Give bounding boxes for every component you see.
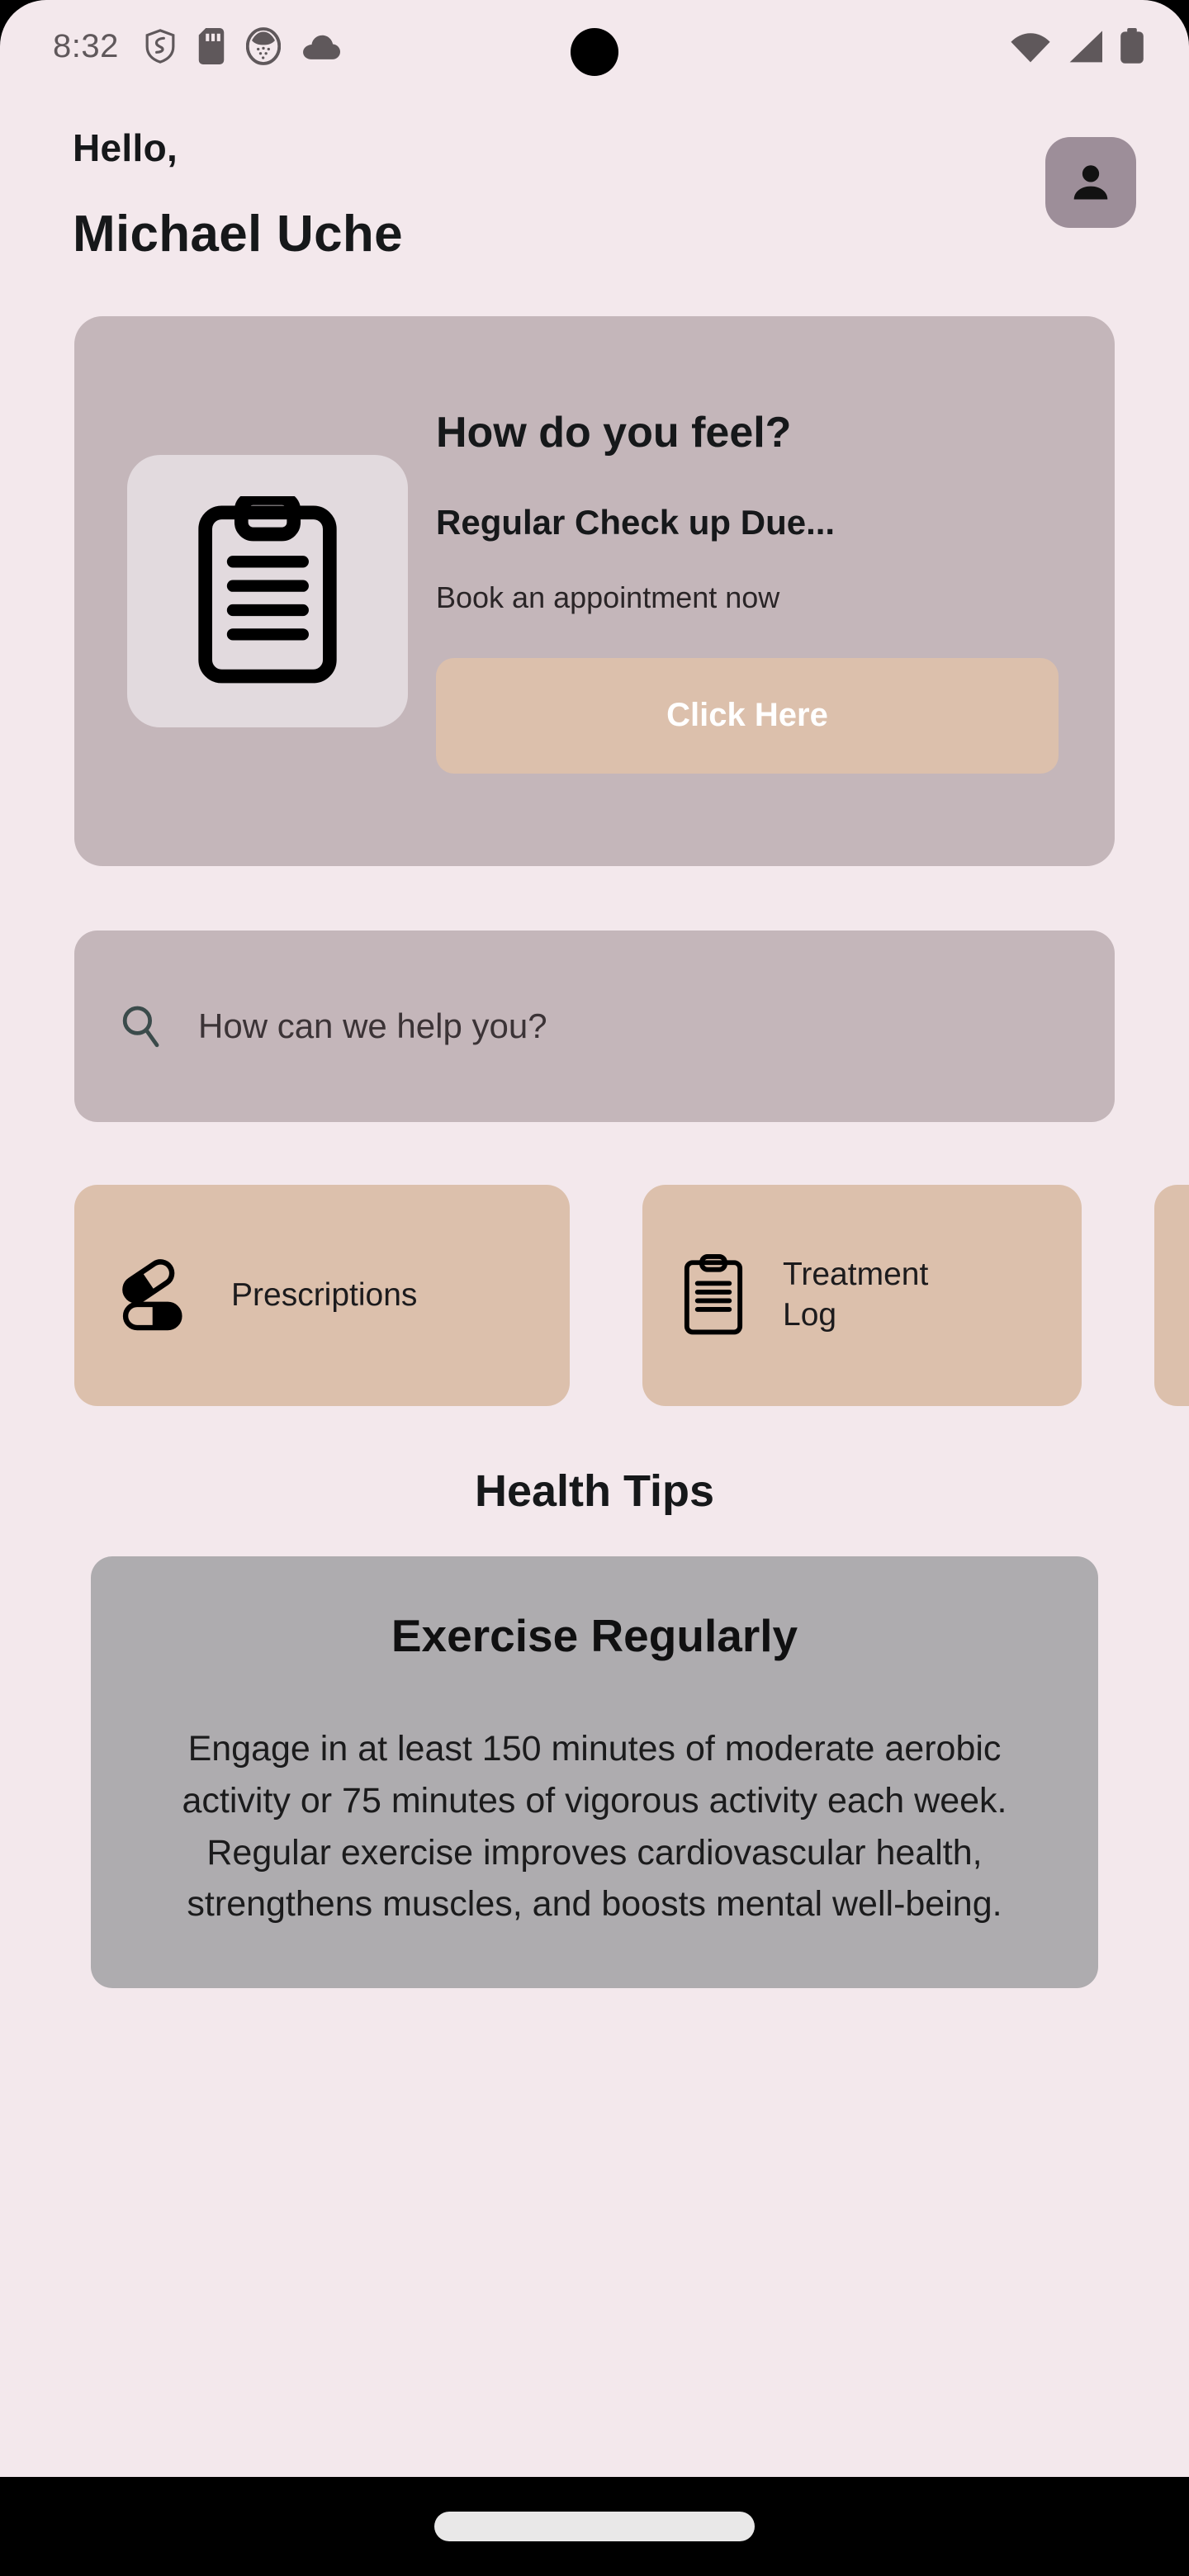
avatar-button[interactable] bbox=[1045, 137, 1136, 228]
status-bar-system-icons bbox=[1009, 28, 1144, 64]
quick-action-label: Prescriptions bbox=[231, 1276, 418, 1313]
promo-subtitle: Regular Check up Due... bbox=[436, 502, 836, 542]
pills-icon bbox=[122, 1259, 182, 1331]
search-icon bbox=[122, 1006, 159, 1048]
wifi-icon bbox=[1011, 33, 1050, 63]
checkup-promo-card[interactable]: How do you feel? Regular Check up Due...… bbox=[74, 316, 1115, 866]
user-name: Michael Uche bbox=[73, 206, 403, 263]
health-tip-title: Exercise Regularly bbox=[391, 1610, 798, 1661]
health-tips-heading: Health Tips bbox=[474, 1466, 715, 1516]
clipboard-outline-icon bbox=[684, 1254, 743, 1335]
cellular-signal-icon bbox=[1069, 31, 1102, 63]
app-screen: 8:32 Hello, Michael Uche How do you feel… bbox=[0, 0, 1189, 2576]
greeting-text-block: Hello, Michael Uche bbox=[73, 125, 403, 263]
shield-icon bbox=[145, 29, 175, 64]
dotted-circle-icon bbox=[245, 27, 281, 65]
quick-actions-row[interactable]: Prescriptions Treatment Log bbox=[0, 1185, 1189, 1406]
home-indicator[interactable] bbox=[434, 2512, 755, 2541]
search-bar[interactable]: How can we help you? bbox=[74, 930, 1115, 1122]
status-bar-clock: 8:32 bbox=[53, 27, 119, 64]
quick-action-treatment-log[interactable]: Treatment Log bbox=[642, 1185, 1082, 1406]
quick-action-partial[interactable] bbox=[1154, 1185, 1189, 1406]
battery-icon bbox=[1120, 28, 1144, 64]
status-bar-notification-icons bbox=[144, 27, 340, 65]
search-input[interactable]: How can we help you? bbox=[198, 1006, 547, 1046]
health-tip-card[interactable]: Exercise Regularly Engage in at least 15… bbox=[91, 1556, 1098, 1989]
status-bar: 8:32 bbox=[0, 0, 1189, 92]
promo-description: Book an appointment now bbox=[436, 580, 780, 614]
camera-cutout bbox=[571, 28, 618, 76]
quick-action-prescriptions[interactable]: Prescriptions bbox=[74, 1185, 570, 1406]
promo-text-block: How do you feel? Regular Check up Due...… bbox=[408, 409, 1059, 774]
promo-title: How do you feel? bbox=[436, 409, 792, 457]
clipboard-icon bbox=[198, 496, 337, 684]
quick-action-label: Treatment Log bbox=[783, 1257, 929, 1333]
greeting-header: Hello, Michael Uche bbox=[0, 92, 1189, 263]
greeting-label: Hello, bbox=[73, 126, 178, 169]
cloud-icon bbox=[302, 35, 340, 59]
health-tip-body: Engage in at least 150 minutes of modera… bbox=[182, 1729, 1007, 1925]
gesture-navigation-bar bbox=[0, 2477, 1189, 2576]
click-here-button[interactable]: Click Here bbox=[436, 657, 1059, 774]
promo-icon-tile bbox=[127, 455, 408, 727]
sd-card-icon bbox=[198, 28, 225, 64]
person-icon bbox=[1073, 165, 1108, 200]
